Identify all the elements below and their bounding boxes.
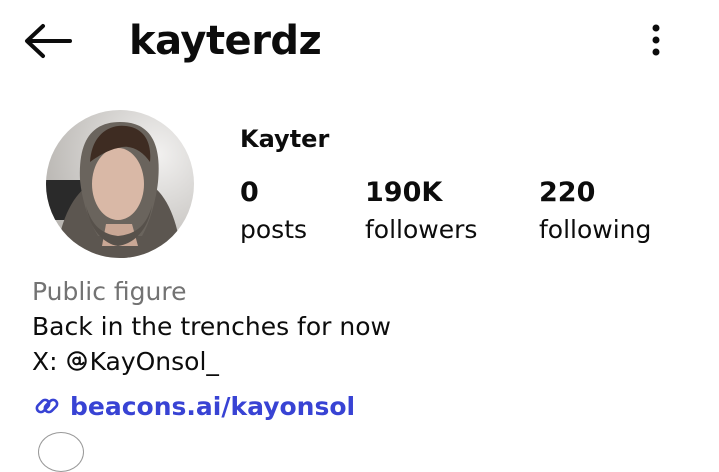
link-icon xyxy=(35,398,59,414)
profile-username: kayterdz xyxy=(129,18,322,64)
social-prefix: X: xyxy=(32,347,58,376)
posts-label: posts xyxy=(240,215,308,244)
following-count[interactable]: 220 following xyxy=(539,176,651,248)
bio-text: Back in the trenches for now xyxy=(32,312,391,341)
following-label: following xyxy=(539,215,652,244)
social-handle: KayOnsol_ xyxy=(89,347,219,376)
website-link-text: beacons.ai/kayonsol xyxy=(70,392,356,421)
social-line: X: KayOnsol_ xyxy=(32,346,219,378)
followers-value: 190K xyxy=(365,177,443,208)
arrow-left-icon xyxy=(25,24,72,58)
avatar[interactable] xyxy=(46,110,194,258)
profile-photo xyxy=(46,110,194,258)
followers-label: followers xyxy=(365,215,478,244)
website-link[interactable]: beacons.ai/kayonsol xyxy=(32,390,355,424)
highlight-circle[interactable] xyxy=(38,432,84,472)
followers-count[interactable]: 190K followers xyxy=(365,176,477,248)
threads-at-icon xyxy=(66,351,87,371)
posts-value: 0 xyxy=(240,177,259,208)
more-options-button[interactable] xyxy=(642,20,670,60)
display-name: Kayter xyxy=(240,125,330,153)
threads-handle-link[interactable]: KayOnsol_ xyxy=(66,346,219,378)
following-value: 220 xyxy=(539,177,596,208)
back-button[interactable] xyxy=(22,22,74,60)
profile-category: Public figure xyxy=(32,277,187,306)
more-vertical-icon xyxy=(652,24,660,56)
posts-count[interactable]: 0 posts xyxy=(240,176,307,248)
